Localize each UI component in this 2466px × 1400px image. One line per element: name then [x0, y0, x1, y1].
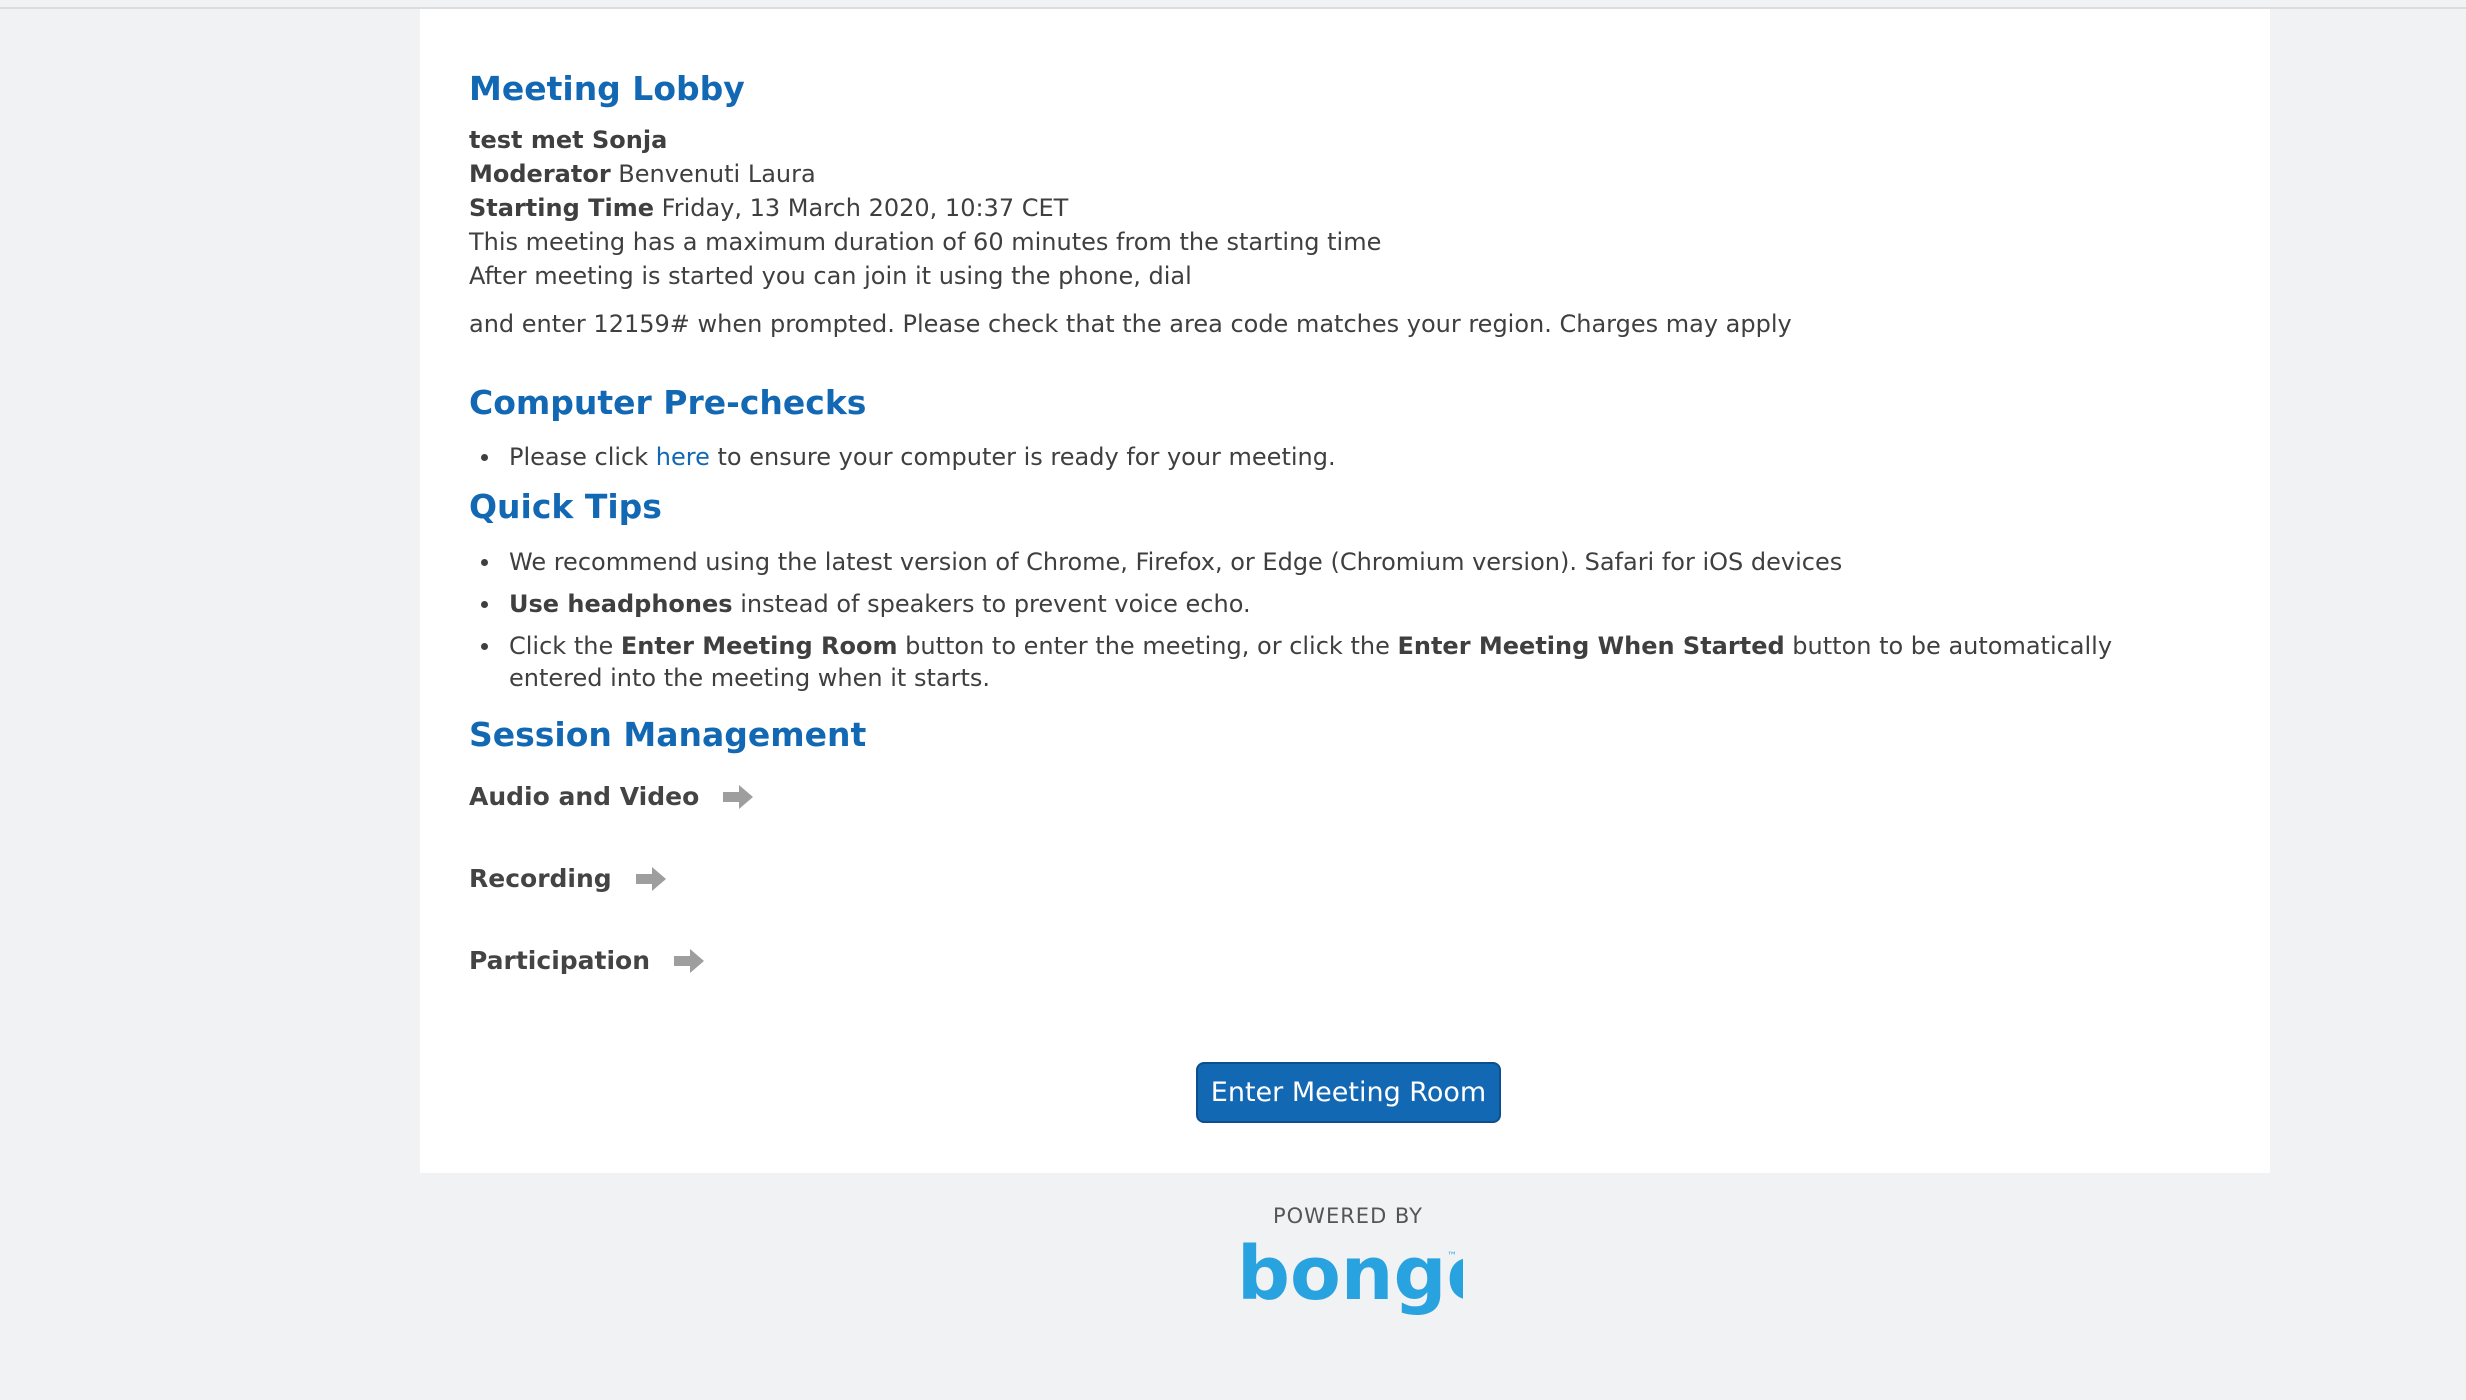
- arrow-right-icon: [723, 784, 754, 809]
- arrow-right-icon: [674, 948, 705, 973]
- meeting-lobby-heading: Meeting Lobby: [469, 69, 745, 108]
- tip-enter-a: Click the: [509, 632, 614, 660]
- tip-enter-bold2: Enter Meeting When Started: [1397, 632, 1785, 660]
- meeting-name-text: test met Sonja: [469, 126, 668, 154]
- session-management-heading: Session Management: [469, 715, 867, 754]
- precheck-suffix: to ensure your computer is ready for you…: [717, 443, 1336, 471]
- start-time-label: Starting Time: [469, 194, 654, 222]
- top-border: [0, 0, 2466, 9]
- computer-prechecks-heading: Computer Pre-checks: [469, 383, 867, 422]
- moderator-row: Moderator Benvenuti Laura: [469, 157, 816, 191]
- powered-by-text: POWERED BY: [1272, 1204, 1424, 1228]
- tip-enter-bold1: Enter Meeting Room: [620, 632, 898, 660]
- quick-tips-heading: Quick Tips: [469, 487, 662, 526]
- tip-headphones-bold: Use headphones: [509, 590, 733, 618]
- precheck-prefix: Please click: [509, 443, 649, 471]
- lobby-card: Meeting Lobby test met Sonja Moderator B…: [420, 9, 2270, 1173]
- phone-dial-text: After meeting is started you can join it…: [469, 262, 1192, 290]
- tip-browser: We recommend using the latest version of…: [509, 548, 1843, 576]
- recording-toggle[interactable]: Recording: [469, 864, 668, 893]
- svg-text:™: ™: [1447, 1251, 1457, 1262]
- footer: POWERED BY bongo ™: [1233, 1203, 1463, 1329]
- list-item: Use headphones instead of speakers to pr…: [469, 588, 2169, 620]
- enter-meeting-room-button[interactable]: Enter Meeting Room: [1196, 1062, 1501, 1123]
- enter-code-text: and enter 12159# when prompted. Please c…: [469, 310, 1792, 338]
- moderator-label: Moderator: [469, 160, 611, 188]
- meeting-name: test met Sonja: [469, 123, 667, 157]
- list-item: We recommend using the latest version of…: [469, 546, 2169, 578]
- duration-text: This meeting has a maximum duration of 6…: [469, 228, 1382, 256]
- precheck-here-link[interactable]: here: [656, 443, 710, 471]
- list-item: Click the Enter Meeting Room button to e…: [469, 630, 2169, 694]
- bongo-logo-text: bongo: [1237, 1233, 1463, 1317]
- tip-headphones-rest: instead of speakers to prevent voice ech…: [740, 590, 1251, 618]
- audio-video-toggle[interactable]: Audio and Video: [469, 782, 755, 811]
- tip-enter-b: button to enter the meeting, or click th…: [905, 632, 1390, 660]
- start-time-value: Friday, 13 March 2020, 10:37 CET: [661, 194, 1069, 222]
- audio-video-label: Audio and Video: [469, 782, 700, 811]
- participation-toggle[interactable]: Participation: [469, 946, 706, 975]
- arrow-right-icon: [635, 866, 666, 891]
- list-item: Please click here to ensure your compute…: [469, 441, 2169, 473]
- recording-label: Recording: [469, 864, 612, 893]
- quick-tips-list: We recommend using the latest version of…: [469, 546, 2169, 704]
- participation-label: Participation: [469, 946, 651, 975]
- prechecks-list: Please click here to ensure your compute…: [469, 441, 2169, 483]
- bongo-logo: bongo ™: [1237, 1233, 1463, 1317]
- start-time-row: Starting Time Friday, 13 March 2020, 10:…: [469, 191, 1068, 225]
- moderator-value: Benvenuti Laura: [618, 160, 816, 188]
